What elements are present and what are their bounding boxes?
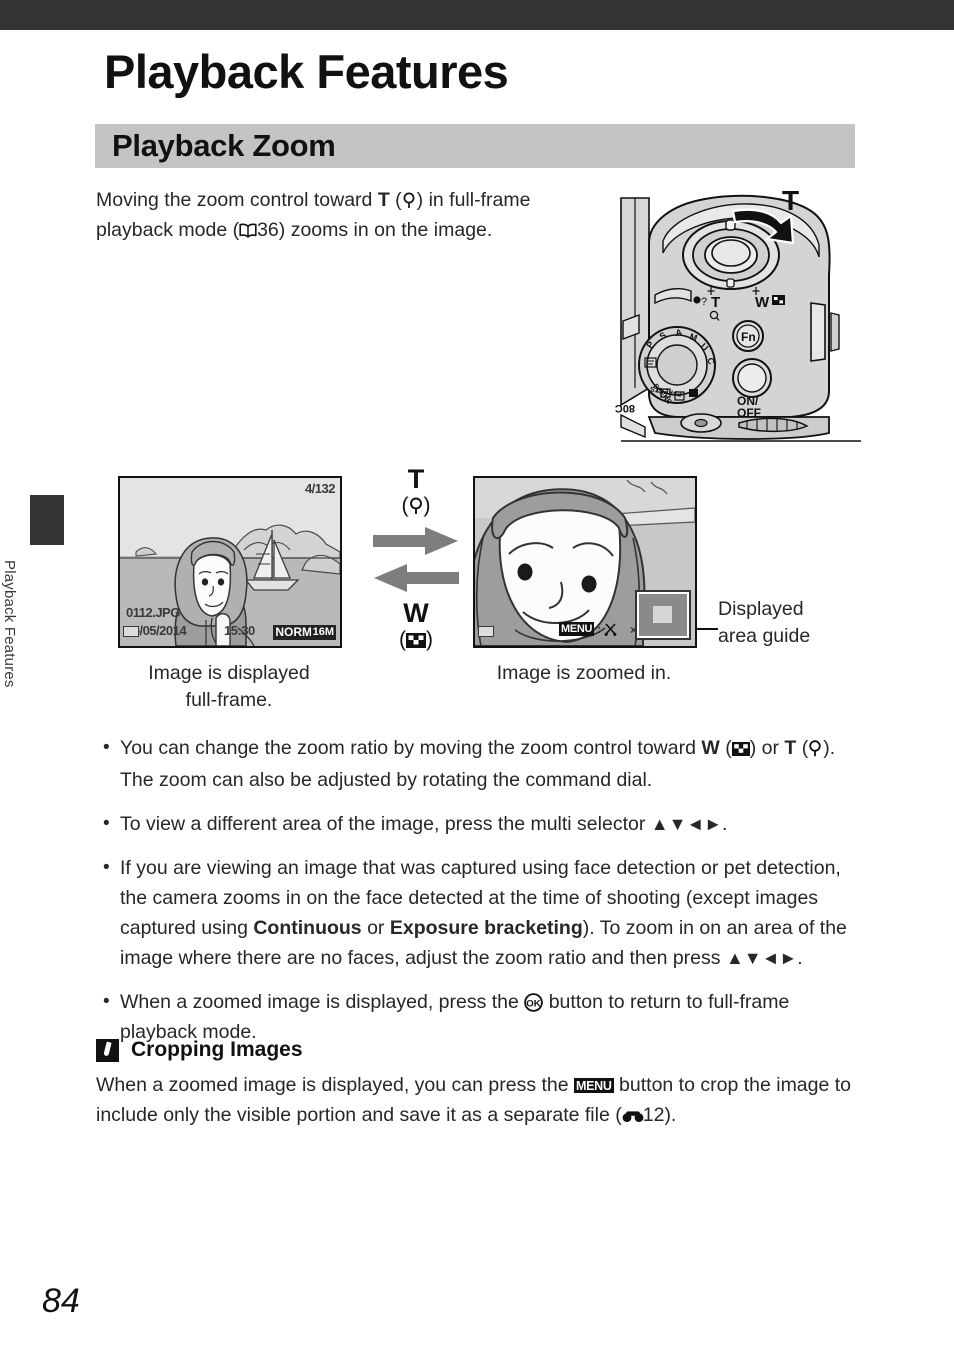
svg-text:OK: OK xyxy=(527,998,541,1009)
menu-separator: : xyxy=(597,622,602,636)
guide-label-line2: area guide xyxy=(718,625,811,647)
list-item: • To view a different area of the image,… xyxy=(96,809,862,839)
paren-close-t: ) xyxy=(423,494,431,517)
crop-hint: MENU : xyxy=(559,622,617,636)
multi-selector-arrows-icon: ▲▼◄► xyxy=(725,948,798,968)
magnifier-icon xyxy=(409,496,424,514)
bullet1-text2: ( xyxy=(719,737,732,759)
bullet2-text2: . xyxy=(722,813,728,835)
intro-text-2: ( xyxy=(389,189,402,211)
bullet-list: • You can change the zoom ratio by movin… xyxy=(96,733,862,1061)
battery-icon xyxy=(478,626,494,637)
camera-top-illustration: T ? W Fn ON/ OFF P S A M U C SCENE EFFEC… xyxy=(615,183,865,448)
bullet3-text2: or xyxy=(361,917,390,939)
bullet3-continuous: Continuous xyxy=(253,917,362,939)
displayed-area-guide-label: Displayed area guide xyxy=(718,596,868,650)
image-quality-badge: NORM xyxy=(273,625,314,640)
zoom-in-letter: T xyxy=(407,464,425,494)
intro-text-4: ) zooms in on the image. xyxy=(278,219,493,241)
caption-left-line2: full-frame. xyxy=(185,689,273,711)
thumbnail-grid-icon xyxy=(731,735,750,765)
screen-zoomed: MENU : ×3.0 xyxy=(473,476,697,648)
bullet-dot: • xyxy=(103,813,110,834)
battery-icon xyxy=(123,626,139,637)
bullet3-exposure-bracketing: Exposure bracketing xyxy=(389,917,583,939)
bullet1-text1: You can change the zoom ratio by moving … xyxy=(120,737,702,759)
intro-text-1: Moving the zoom control toward xyxy=(96,189,378,211)
arrow-right-icon xyxy=(373,527,458,555)
note-text3: ). xyxy=(664,1104,677,1126)
guide-leader-line xyxy=(696,628,718,630)
caption-full-frame: Image is displayed full-frame. xyxy=(113,660,345,714)
note-cropping-images: Cropping Images When a zoomed image is d… xyxy=(96,1038,862,1130)
list-item: • If you are viewing an image that was c… xyxy=(96,853,862,973)
bullet-dot: • xyxy=(103,857,110,878)
bullet1-text4: ( xyxy=(796,737,809,759)
scissors-icon xyxy=(604,622,617,636)
magnifier-icon xyxy=(808,736,823,757)
ok-button-icon: OK xyxy=(524,991,544,1012)
camera-t-label: T xyxy=(782,185,800,216)
thumbnail-grid-icon xyxy=(406,629,426,655)
bullet2-text1: To view a different area of the image, p… xyxy=(120,813,651,835)
chapter-tab-block xyxy=(30,495,64,545)
svg-text:T: T xyxy=(711,294,720,311)
note-body: When a zoomed image is displayed, you ca… xyxy=(96,1070,862,1130)
svg-text:W: W xyxy=(755,294,770,311)
multi-selector-arrows-icon: ▲▼◄► xyxy=(650,814,723,834)
page-title: Playback Features xyxy=(104,45,509,98)
zoom-in-icon-row: ( ) xyxy=(368,493,464,519)
page-number: 84 xyxy=(42,1282,80,1320)
page-header-bar xyxy=(0,0,954,30)
note-text1: When a zoomed image is displayed, you ca… xyxy=(96,1074,575,1096)
svg-text:?: ? xyxy=(701,296,707,308)
note-heading-text: Cropping Images xyxy=(131,1038,303,1061)
chapter-tab-label: Playback Features xyxy=(1,560,18,688)
intro-t-letter: T xyxy=(377,189,390,211)
paren-close-w: ) xyxy=(426,628,433,651)
intro-paragraph: Moving the zoom control toward T ( ) in … xyxy=(96,185,596,245)
bullet-dot: • xyxy=(103,737,110,758)
screen-full-frame: 4/132 0112.JPG 15/05/2014 15:30 NORM 16M xyxy=(118,476,342,648)
list-item: • You can change the zoom ratio by movin… xyxy=(96,733,862,795)
intro-page-ref: 36 xyxy=(257,219,279,241)
bullet1-text3: ) or xyxy=(749,737,785,759)
svg-text:Fn: Fn xyxy=(741,330,756,344)
section-heading-band: Playback Zoom xyxy=(95,124,855,168)
zoom-direction-diagram: T ( ) W ( ) xyxy=(368,466,464,652)
capture-time: 15:30 xyxy=(224,623,255,638)
image-size-badge: 16M xyxy=(310,625,336,640)
bullet4-text1: When a zoomed image is displayed, press … xyxy=(120,991,525,1013)
magnifier-icon xyxy=(402,188,417,208)
section-heading-text: Playback Zoom xyxy=(112,128,336,163)
section-reference-icon xyxy=(622,1102,644,1122)
menu-button-badge: MENU xyxy=(574,1078,614,1093)
paren-open-w: ( xyxy=(399,628,406,651)
bullet-dot: • xyxy=(103,991,110,1012)
arrow-left-icon xyxy=(374,564,459,592)
displayed-area-guide xyxy=(635,590,691,640)
svg-text:80C: 80C xyxy=(615,402,635,414)
note-ref-number: 12 xyxy=(642,1104,665,1126)
file-name: 0112.JPG xyxy=(126,605,180,620)
frame-counter: 4/132 xyxy=(304,481,336,496)
displayed-area-inner xyxy=(653,606,672,623)
pencil-note-icon xyxy=(96,1038,119,1062)
caption-left-line1: Image is displayed xyxy=(148,662,310,684)
zoom-out-icon-row: ( ) xyxy=(368,627,464,655)
caption-zoomed: Image is zoomed in. xyxy=(496,662,672,684)
bullet1-w: W xyxy=(701,737,720,759)
zoom-out-letter: W xyxy=(403,598,429,628)
note-heading: Cropping Images xyxy=(96,1038,862,1062)
guide-label-line1: Displayed xyxy=(718,598,804,620)
bullet1-t: T xyxy=(784,737,797,759)
book-reference-icon xyxy=(239,217,257,238)
paren-open-t: ( xyxy=(401,494,409,517)
bullet3-text4: . xyxy=(797,947,803,969)
menu-badge: MENU xyxy=(559,622,595,636)
